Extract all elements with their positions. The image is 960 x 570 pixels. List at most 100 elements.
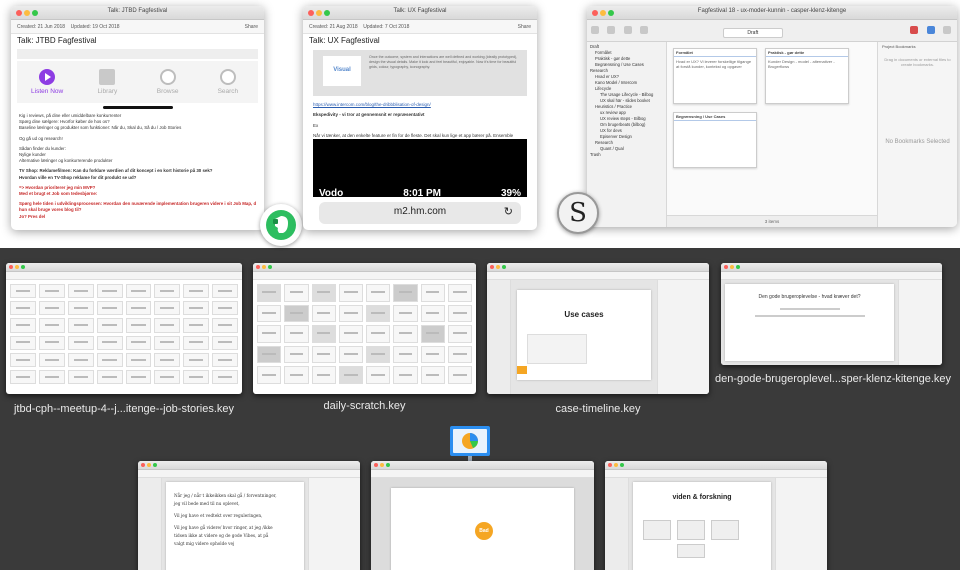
slide-grid[interactable] <box>10 284 238 384</box>
slide-line: Når jeg / når t ikkeikken skal gå / forv… <box>174 493 277 498</box>
scrivener-toolbar: Draft <box>587 20 957 42</box>
slide-canvas[interactable]: Den gode brugeroplevelse - hvad kræver d… <box>721 280 898 365</box>
collections-icon[interactable] <box>607 26 616 34</box>
evernote-window-ux[interactable]: Talk: UX Fagfestival Created: 21 Aug 201… <box>303 6 537 230</box>
keynote-window-viden[interactable]: viden & forskning <box>605 461 827 570</box>
format-panel[interactable] <box>898 280 942 365</box>
inspector-hint: Drag in documents or external files to c… <box>884 57 951 67</box>
slide-line: valgt mig videre opholde vej <box>174 541 235 546</box>
window-titlebar[interactable]: Talk: UX Fagfestival <box>303 6 537 20</box>
corkboard-footer: 3 items <box>667 215 877 227</box>
keynote-window-case-timeline[interactable]: Use cases <box>487 263 709 394</box>
card-body: Hvad er UX? Vi leverer forskellige tilga… <box>676 59 752 69</box>
note-toolbar: Created: 21 Aug 2018 Updated: 7 Oct 2018… <box>303 20 537 34</box>
updated-date: Updated: 7 Oct 2018 <box>363 24 410 30</box>
phone-url-text: m2.hm.com <box>393 206 447 217</box>
slide-canvas[interactable]: Bad <box>371 478 594 570</box>
slide-canvas[interactable]: Når jeg / når t ikkeikken skal gå / forv… <box>162 478 308 570</box>
keynote-window-jtbd[interactable] <box>6 263 242 394</box>
format-panel[interactable] <box>308 478 360 570</box>
slide-table <box>527 334 587 364</box>
trash-icon[interactable] <box>640 26 649 34</box>
share-button[interactable]: Share <box>245 24 258 30</box>
keynote-window-den-gode[interactable]: Den gode brugeroplevelse - hvad kræver d… <box>721 263 942 365</box>
play-icon <box>39 69 56 85</box>
add-icon[interactable] <box>623 26 632 34</box>
index-card[interactable]: Formålet Hvad er UX? Vi leverer forskell… <box>673 48 757 104</box>
created-date: Created: 21 Aug 2018 <box>309 24 358 30</box>
binder-item[interactable]: Trash <box>590 152 663 158</box>
keynote-window-daily-scratch[interactable] <box>253 263 476 394</box>
embedded-image-card: Visual Once the outcome, system and inte… <box>313 50 527 96</box>
library-icon <box>99 69 116 85</box>
card-body: Kunder Design - model - alternativer - B… <box>768 59 835 69</box>
carrier-label: Vodo <box>319 187 344 199</box>
slide-canvas[interactable]: Use cases <box>511 280 657 394</box>
visual-label: Visual <box>323 56 361 86</box>
keynote-doc-label[interactable]: case-timeline.key <box>487 403 709 415</box>
keynote-doc-label[interactable]: den-gode-brugeroplevel...sper-klenz-kite… <box>710 373 956 385</box>
scrivener-inspector[interactable]: Project Bookmarks Drag in documents or e… <box>877 42 957 227</box>
intercom-link[interactable]: https://www.intercom.com/blog/the-dribbb… <box>303 99 537 110</box>
section-heading: Ekspedivity - vi tror at gennemsnit er r… <box>313 112 425 117</box>
evernote-window-jtbd[interactable]: Talk: JTBD Fagfestival Created: 21 Jun 2… <box>11 6 264 230</box>
note-line: Jo? Pres del <box>19 213 46 219</box>
current-slide: Bad <box>391 488 574 570</box>
slide-navigator[interactable] <box>605 478 629 570</box>
view-selector[interactable]: Draft <box>722 28 783 38</box>
format-panel[interactable] <box>657 280 709 394</box>
binder-icon[interactable] <box>591 26 599 34</box>
scrivener-s-icon: S <box>569 198 587 228</box>
note-toolbar: Created: 21 Jun 2018 Updated: 19 Oct 201… <box>11 20 264 34</box>
note-title: Talk: JTBD Fagfestival <box>17 36 97 45</box>
keynote-window-handwriting[interactable]: Når jeg / når t ikkeikken skal gå / forv… <box>138 461 360 570</box>
scrivener-binder[interactable]: Draft Formålet Praktisk - gør dette Begr… <box>587 42 667 227</box>
no-bookmarks-label: No Bookmarks Selected <box>885 139 950 145</box>
slide-navigator[interactable] <box>138 478 162 570</box>
scrivener-corkboard[interactable]: Formålet Hvad er UX? Vi leverer forskell… <box>667 42 877 215</box>
slide-title: viden & forskning <box>672 494 732 501</box>
reload-icon: ↻ <box>503 206 513 218</box>
keynote-doc-label[interactable]: daily-scratch.key <box>253 400 476 412</box>
slide-sticker <box>517 366 527 374</box>
window-title: Talk: UX Fagfestival <box>393 8 447 14</box>
index-card[interactable]: Praktisk - gør dette Kunder Design - mod… <box>765 48 849 104</box>
share-button[interactable]: Share <box>518 24 531 30</box>
current-slide: Den gode brugeroplevelse - hvad kræver d… <box>725 284 894 361</box>
note-body[interactable]: Kig i reviews, på dine eller umiddelbare… <box>11 109 264 224</box>
keynote-doc-label[interactable]: jtbd-cph--meetup-4--j...itenge--job-stor… <box>6 403 242 415</box>
radio-icon <box>159 69 176 85</box>
window-titlebar[interactable]: Fagfestival 18 - ux-moder-kunnin - caspe… <box>587 6 957 20</box>
slide-line: Vil jeg have gå videre/ hvor ringer, at … <box>174 525 273 530</box>
card-title: Praktisk - gør dette <box>766 49 848 57</box>
current-slide: viden & forskning <box>633 482 771 570</box>
slide-line: Vil jeg have et vedtekt over reguleringe… <box>174 513 263 518</box>
slide-grid[interactable] <box>257 284 472 384</box>
scrivener-app-icon[interactable]: S <box>557 192 599 234</box>
slide-navigator[interactable] <box>487 280 511 394</box>
search-tab: Search <box>204 69 252 95</box>
inspector-title: Project Bookmarks <box>882 44 916 49</box>
compile-icon[interactable] <box>926 26 935 34</box>
podcast-tab-bar-screenshot: Listen Now Library Browse Search <box>17 61 258 103</box>
slide-line: tidsen ikke at videre og de gode Vibes, … <box>174 533 269 538</box>
scrivener-window[interactable]: Fagfestival 18 - ux-moder-kunnin - caspe… <box>587 6 957 227</box>
window-titlebar[interactable]: Talk: JTBD Fagfestival <box>11 6 264 20</box>
format-panel[interactable] <box>775 478 827 570</box>
slide-canvas[interactable]: viden & forskning <box>629 478 775 570</box>
card-body <box>674 121 756 125</box>
current-slide: Use cases <box>517 290 651 380</box>
card-title: Formålet <box>674 49 756 57</box>
library-tab: Library <box>83 69 131 95</box>
target-icon[interactable] <box>910 26 919 34</box>
evernote-app-icon[interactable] <box>260 204 302 246</box>
note-line: Ex <box>313 122 319 128</box>
card-title: Begrænsning / Use Cases <box>674 113 756 121</box>
index-card[interactable]: Begrænsning / Use Cases <box>673 112 757 168</box>
keynote-window-logo[interactable]: Bad <box>371 461 594 570</box>
updated-date: Updated: 19 Oct 2018 <box>70 24 120 30</box>
inspector-icon[interactable] <box>943 26 951 34</box>
phone-status-bar: Vodo 8:01 PM 39% <box>313 186 527 200</box>
slide-title: Den gode brugeroplevelse - hvad kræver d… <box>758 294 861 300</box>
phone-time: 8:01 PM <box>403 187 442 199</box>
